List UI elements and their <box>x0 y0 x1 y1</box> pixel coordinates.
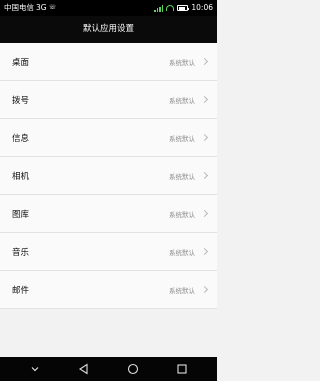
row-value: 系统默认 <box>169 172 195 181</box>
row-value: 系统默认 <box>169 210 195 219</box>
carrier-label: 中国电信 <box>4 3 34 12</box>
recents-icon[interactable] <box>173 360 191 378</box>
chevron-right-icon <box>200 133 209 142</box>
settings-row-launcher[interactable]: 桌面 系统默认 <box>0 43 217 81</box>
chevron-right-icon <box>200 171 209 180</box>
clock: 10:06 <box>191 3 213 12</box>
settings-row-music[interactable]: 音乐 系统默认 <box>0 233 217 271</box>
navigation-bar <box>0 357 217 381</box>
row-value: 系统默认 <box>169 58 195 67</box>
row-value: 系统默认 <box>169 286 195 295</box>
row-label: 信息 <box>12 133 30 144</box>
home-icon[interactable] <box>124 360 142 378</box>
status-bar: 中国电信 3G ☏ 10:06 <box>0 0 217 16</box>
row-value: 系统默认 <box>169 248 195 257</box>
battery-icon <box>177 5 190 11</box>
page-title: 默认应用设置 <box>82 24 134 34</box>
settings-row-camera[interactable]: 相机 系统默认 <box>0 157 217 195</box>
title-bar: 默认应用设置 <box>0 16 217 43</box>
status-right: 10:06 <box>154 0 213 16</box>
chevron-right-icon <box>200 247 209 256</box>
settings-row-email[interactable]: 邮件 系统默认 <box>0 271 217 309</box>
row-label: 相机 <box>12 171 30 182</box>
settings-row-messages[interactable]: 信息 系统默认 <box>0 119 217 157</box>
chevron-right-icon <box>200 95 209 104</box>
row-label: 拨号 <box>12 95 30 106</box>
row-value: 系统默认 <box>169 96 195 105</box>
notification-icon: ☏ <box>48 4 57 11</box>
battery-fill <box>178 6 186 10</box>
network-type: 3G <box>36 3 47 12</box>
back-icon[interactable] <box>75 360 93 378</box>
row-label: 图库 <box>12 209 30 220</box>
settings-row-gallery[interactable]: 图库 系统默认 <box>0 195 217 233</box>
status-left: 中国电信 3G ☏ <box>4 0 56 16</box>
row-label: 桌面 <box>12 57 30 68</box>
row-label: 音乐 <box>12 247 30 258</box>
chevron-right-icon <box>200 57 209 66</box>
settings-row-dialer[interactable]: 拨号 系统默认 <box>0 81 217 119</box>
data-icon <box>166 5 175 11</box>
default-apps-list: 桌面 系统默认 拨号 系统默认 信息 系统默认 相机 系统默认 图库 系统默认 … <box>0 43 217 309</box>
row-label: 邮件 <box>12 285 30 296</box>
chevron-down-icon[interactable] <box>26 360 44 378</box>
chevron-right-icon <box>200 285 209 294</box>
chevron-right-icon <box>200 209 209 218</box>
signal-icon <box>154 4 164 12</box>
row-value: 系统默认 <box>169 134 195 143</box>
